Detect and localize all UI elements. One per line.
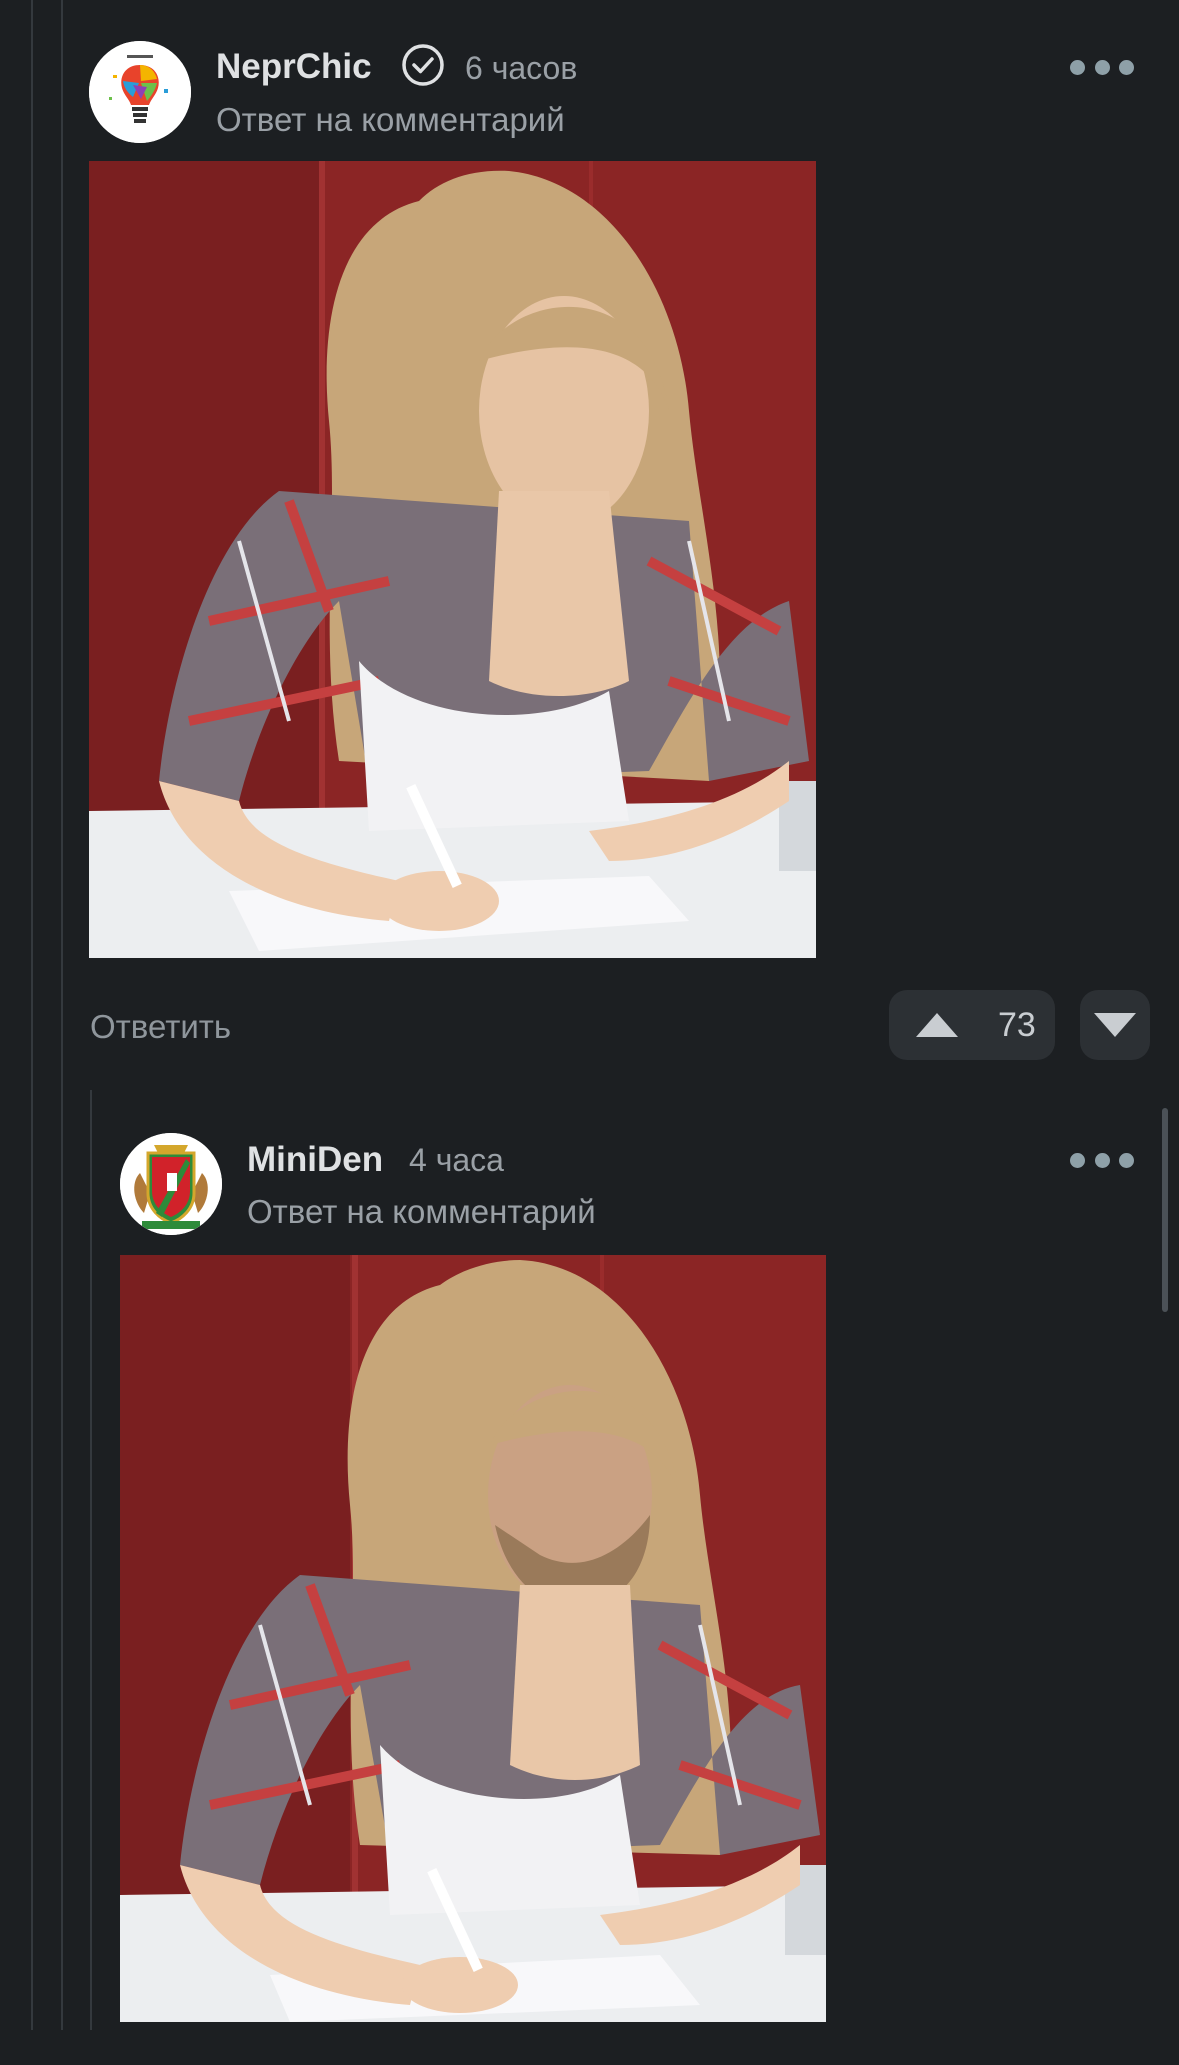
reply-to-label[interactable]: Ответ на комментарий	[247, 1193, 596, 1231]
edited-face-signing-papers-photo[interactable]	[120, 1255, 826, 2022]
reply-to-label[interactable]: Ответ на комментарий	[216, 101, 565, 139]
woman-signing-papers-photo[interactable]	[89, 161, 816, 958]
lightbulb-avatar-icon[interactable]	[89, 41, 191, 143]
comment-time: 4 часа	[409, 1142, 504, 1178]
more-options-icon[interactable]	[1070, 58, 1134, 76]
verified-icon	[402, 44, 444, 86]
comment-time: 6 часов	[465, 50, 578, 86]
scrollbar[interactable]	[1162, 1108, 1168, 1312]
vote-score: 73	[998, 1005, 1036, 1044]
upvote-button[interactable]: 73	[889, 990, 1055, 1060]
arrow-up-icon	[916, 1013, 958, 1037]
more-options-icon[interactable]	[1070, 1151, 1134, 1169]
username[interactable]: MiniDen	[247, 1140, 383, 1180]
thread-line-inner	[61, 0, 63, 2030]
username[interactable]: NeprChic	[216, 47, 372, 87]
thread-line-reply	[90, 1090, 92, 2030]
reply-button[interactable]: Ответить	[90, 1008, 231, 1046]
thread-line-outer	[31, 0, 33, 2030]
arrow-down-icon	[1094, 1013, 1136, 1037]
coat-of-arms-avatar-icon[interactable]	[120, 1133, 222, 1235]
downvote-button[interactable]	[1080, 990, 1150, 1060]
